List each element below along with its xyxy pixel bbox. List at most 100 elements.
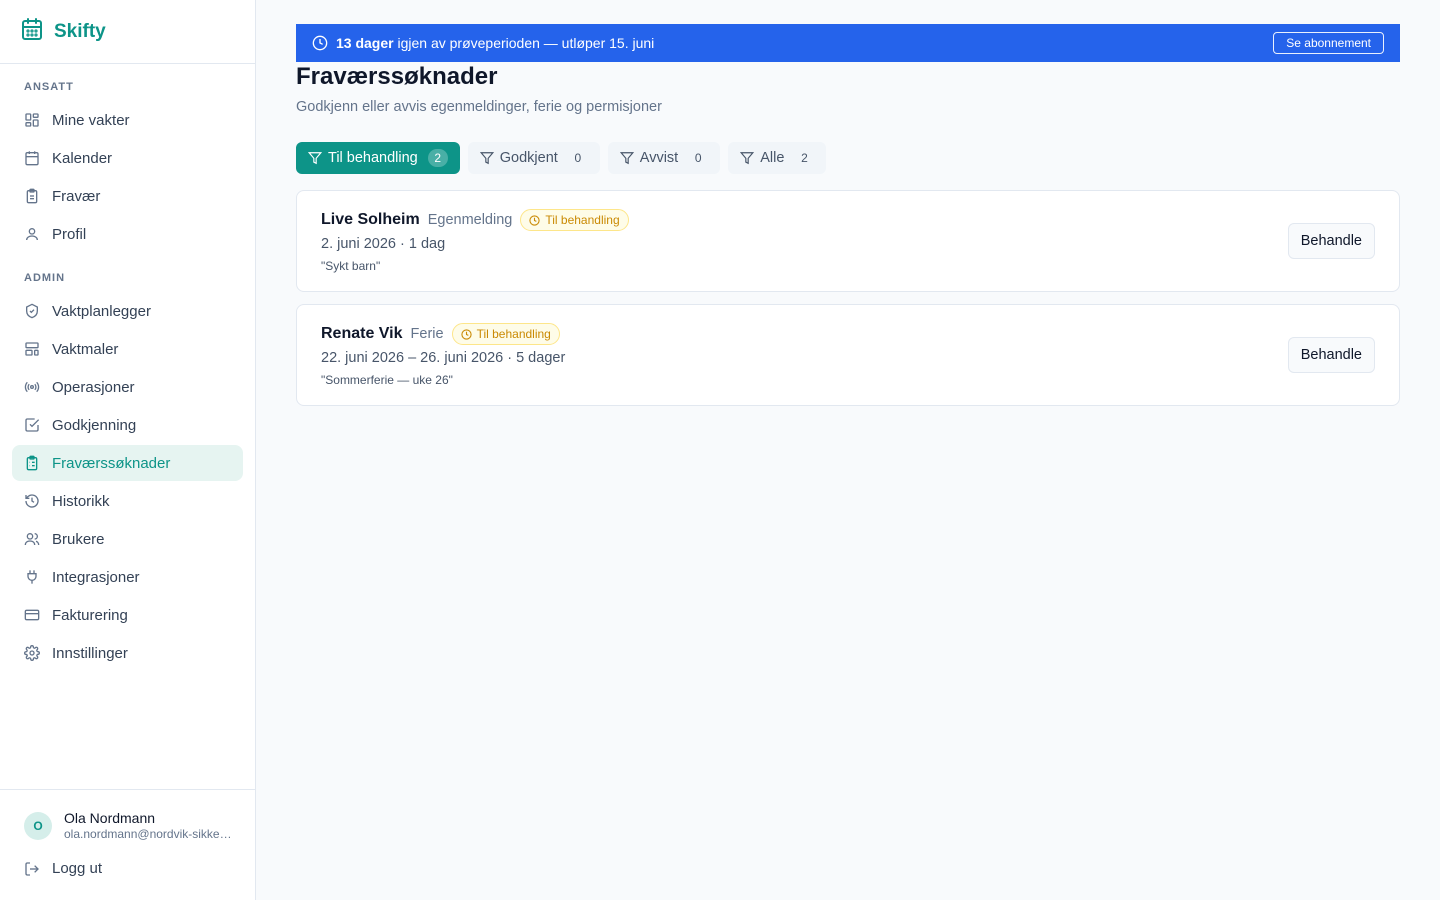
sidebar-item-kalender[interactable]: Kalender (12, 140, 243, 176)
subscription-button[interactable]: Se abonnement (1273, 32, 1384, 54)
request-dates: 22. juni 2026 – 26. juni 2026 · 5 dager (321, 350, 566, 366)
sidebar-item-fravaer[interactable]: Fravær (12, 178, 243, 214)
filter-label: Godkjent (499, 150, 558, 166)
calendar-icon (20, 17, 44, 46)
logout-label: Logg ut (52, 860, 103, 877)
filter-icon (740, 151, 755, 165)
layout-grid-icon (24, 112, 40, 128)
filter-alle[interactable]: Alle 2 (728, 142, 827, 174)
clipboard-list-icon (24, 455, 40, 471)
filter-icon (619, 151, 634, 165)
status-badge: Til behandling (451, 323, 560, 345)
user-email: ola.nordmann@nordvik-sikkerhet.no (64, 827, 234, 841)
plug-icon (24, 569, 40, 585)
trial-banner: 13 dager igjen av prøveperioden — utløpe… (296, 24, 1400, 62)
sidebar-item-label: Operasjoner (52, 378, 135, 396)
check-square-icon (24, 417, 40, 433)
sidebar: Skifty ANSATT Mine vakter Kalender Fravæ… (0, 0, 256, 900)
process-button[interactable]: Behandle (1287, 223, 1375, 259)
filter-label: Alle (760, 150, 785, 166)
nav-ansatt: Mine vakter Kalender Fravær Profil (12, 102, 243, 254)
filter-count: 2 (801, 151, 808, 165)
sidebar-item-label: Fakturering (52, 606, 128, 624)
section-label-admin: ADMIN (24, 272, 66, 284)
request-dates: 2. juni 2026 · 1 dag (321, 236, 446, 252)
users-icon (24, 531, 40, 547)
sidebar-item-historikk[interactable]: Historikk (12, 483, 243, 519)
filter-tabs: Til behandling 2 Godkjent 0 Avvist 0 All… (296, 142, 827, 174)
sidebar-item-label: Mine vakter (52, 111, 130, 129)
sidebar-item-fakturering[interactable]: Fakturering (12, 597, 243, 633)
sidebar-item-label: Vaktplanlegger (52, 302, 151, 320)
sidebar-item-label: Fraværssøknader (52, 454, 171, 472)
filter-godkjent[interactable]: Godkjent 0 (467, 142, 600, 174)
radio-icon (24, 379, 40, 395)
absence-type: Egenmelding (427, 212, 513, 228)
sidebar-item-label: Innstillinger (52, 644, 128, 662)
sidebar-item-label: Brukere (52, 530, 105, 548)
clock-icon (312, 35, 328, 51)
status-label: Til behandling (476, 327, 551, 341)
filter-count: 0 (694, 151, 702, 165)
page-title: Fraværssøknader (296, 63, 498, 90)
clock-icon (529, 214, 540, 226)
sidebar-item-vaktplanlegger[interactable]: Vaktplanlegger (12, 293, 243, 329)
request-card: Renate Vik Ferie Til behandling 22. juni… (296, 304, 1400, 406)
filter-label: Avvist (639, 150, 679, 166)
sidebar-item-brukere[interactable]: Brukere (12, 521, 243, 557)
sidebar-item-label: Vaktmaler (52, 340, 119, 358)
status-badge: Til behandling (520, 209, 629, 231)
user-area: O Ola Nordmann ola.nordmann@nordvik-sikk… (0, 789, 256, 900)
sidebar-item-innstillinger[interactable]: Innstillinger (12, 635, 243, 671)
calendar-icon (24, 150, 40, 166)
sidebar-item-label: Historikk (52, 492, 110, 510)
sidebar-item-mine-vakter[interactable]: Mine vakter (12, 102, 243, 138)
logout-button[interactable]: Logg ut (24, 860, 102, 877)
filter-icon (308, 151, 322, 165)
brand[interactable]: Skifty (0, 0, 255, 64)
section-label-ansatt: ANSATT (24, 81, 74, 93)
logout-icon (24, 861, 40, 877)
sidebar-item-operasjoner[interactable]: Operasjoner (12, 369, 243, 405)
filter-icon (479, 151, 494, 165)
sidebar-item-label: Godkjenning (52, 416, 137, 434)
sidebar-item-label: Integrasjoner (52, 568, 140, 586)
sidebar-item-vaktmaler[interactable]: Vaktmaler (12, 331, 243, 367)
sidebar-item-label: Profil (52, 225, 87, 243)
user-icon (24, 226, 40, 242)
page-subtitle: Godkjenn eller avvis egenmeldinger, feri… (296, 99, 662, 115)
shield-icon (24, 303, 40, 319)
template-icon (24, 341, 40, 357)
employee-name: Live Solheim (321, 211, 420, 228)
sidebar-item-profil[interactable]: Profil (12, 216, 243, 252)
absence-type: Ferie (410, 326, 444, 342)
clipboard-icon (24, 188, 40, 204)
history-icon (24, 493, 40, 509)
request-note: "Sykt barn" (321, 259, 381, 273)
filter-count: 2 (427, 149, 448, 167)
sidebar-item-label: Fravær (52, 187, 101, 205)
sidebar-item-fravaerssoknader[interactable]: Fraværssøknader (12, 445, 243, 481)
gear-icon (24, 645, 40, 661)
request-card: Live Solheim Egenmelding Til behandling … (296, 190, 1400, 292)
filter-til-behandling[interactable]: Til behandling 2 (296, 142, 460, 174)
sidebar-item-godkjenning[interactable]: Godkjenning (12, 407, 243, 443)
sidebar-item-integrasjoner[interactable]: Integrasjoner (12, 559, 243, 595)
process-button[interactable]: Behandle (1287, 337, 1375, 373)
clock-icon (460, 328, 472, 340)
filter-count: 0 (574, 151, 582, 165)
trial-message: igjen av prøveperioden — utløper 15. jun… (397, 35, 655, 51)
trial-text: 13 dager igjen av prøveperioden — utløpe… (336, 35, 654, 51)
brand-name: Skifty (54, 20, 106, 42)
employee-name: Renate Vik (321, 325, 403, 342)
avatar: O (24, 812, 52, 840)
request-note: "Sommerferie — uke 26" (321, 373, 453, 387)
nav-admin: Vaktplanlegger Vaktmaler Operasjoner God… (12, 293, 243, 673)
trial-days: 13 dager (336, 35, 394, 51)
user-name: Ola Nordmann (64, 810, 156, 826)
status-label: Til behandling (545, 213, 620, 227)
filter-label: Til behandling (328, 150, 418, 166)
user-profile[interactable]: O Ola Nordmann ola.nordmann@nordvik-sikk… (24, 810, 234, 842)
sidebar-item-label: Kalender (52, 149, 113, 167)
filter-avvist[interactable]: Avvist 0 (607, 142, 721, 174)
